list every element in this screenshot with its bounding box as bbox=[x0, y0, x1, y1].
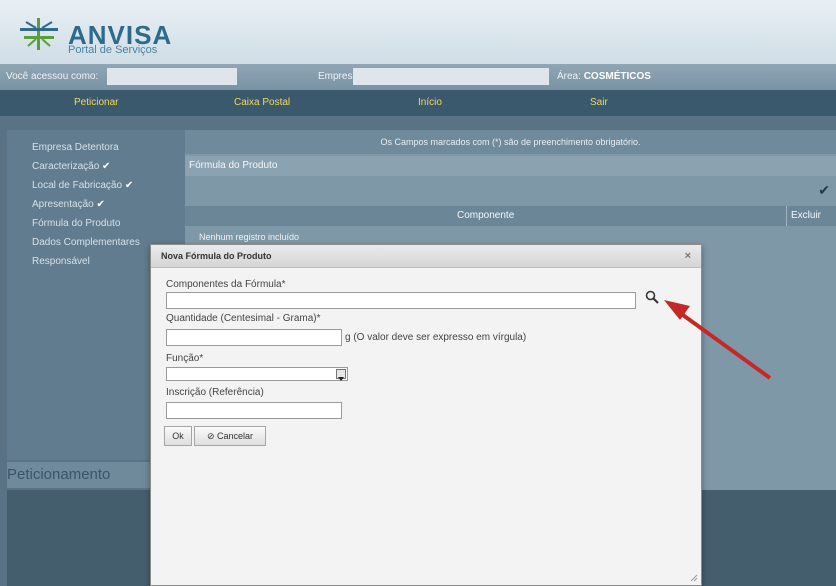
menu-inicio[interactable]: Início bbox=[418, 97, 442, 108]
sidebar-item-formula-produto[interactable]: Fórmula do Produto bbox=[7, 218, 187, 237]
site-header: ANVISA Portal de Serviços bbox=[0, 0, 836, 64]
menu-sair[interactable]: Sair bbox=[590, 97, 608, 108]
menu-caixa-postal[interactable]: Caixa Postal bbox=[234, 97, 290, 108]
check-icon: ✔ bbox=[124, 180, 134, 191]
check-icon: ✔ bbox=[102, 161, 111, 172]
ok-button[interactable]: Ok bbox=[164, 426, 192, 446]
function-label: Função* bbox=[166, 353, 204, 364]
sidebar-item-label: Responsável bbox=[32, 256, 90, 267]
search-icon[interactable] bbox=[645, 290, 659, 304]
user-value-box bbox=[107, 68, 237, 85]
sidebar-item-local-fabricacao[interactable]: Local de Fabricação ✔ bbox=[7, 180, 187, 199]
company-value-box bbox=[353, 68, 549, 85]
anvisa-logo-icon bbox=[20, 18, 58, 50]
area-label-text: Área: bbox=[557, 71, 581, 82]
check-icon: ✔ bbox=[96, 199, 105, 210]
formula-section-header: Fórmula do Produto bbox=[185, 156, 836, 176]
dialog-title: Nova Fórmula do Produto bbox=[161, 251, 272, 261]
sidebar-item-label: Local de Fabricação bbox=[32, 180, 123, 191]
dialog-title-bar: Nova Fórmula do Produto × bbox=[151, 245, 701, 268]
sidebar-item-label: Fórmula do Produto bbox=[32, 218, 121, 229]
save-check-icon[interactable]: ✔ bbox=[818, 182, 830, 199]
main-menu: Peticionar Caixa Postal Início Sair bbox=[0, 90, 836, 116]
sidebar-item-apresentacao[interactable]: Apresentação ✔ bbox=[7, 199, 187, 218]
column-excluir: Excluir bbox=[786, 206, 821, 226]
resize-grip-icon[interactable] bbox=[690, 574, 698, 582]
sidebar-item-label: Apresentação bbox=[32, 199, 94, 210]
inscription-input[interactable] bbox=[166, 402, 342, 419]
components-label: Componentes da Fórmula* bbox=[166, 279, 286, 290]
sidebar-item-empresa-detentora[interactable]: Empresa Detentora bbox=[7, 130, 187, 161]
logo-subtitle: Portal de Serviços bbox=[68, 44, 158, 56]
sidebar-item-caracterizacao[interactable]: Caracterização ✔ bbox=[7, 161, 187, 180]
column-componente: Componente bbox=[457, 210, 515, 221]
new-formula-dialog: Nova Fórmula do Produto × Componentes da… bbox=[150, 244, 702, 586]
quantity-hint: g (O valor deve ser expresso em vírgula) bbox=[345, 332, 527, 343]
chevron-down-icon[interactable] bbox=[336, 369, 346, 381]
sidebar-item-label: Dados Complementares bbox=[32, 237, 140, 248]
quantity-input[interactable] bbox=[166, 329, 342, 346]
access-bar: Você acessou como: Empresa: Área: COSMÉT… bbox=[0, 64, 836, 90]
required-notice: Os Campos marcados com (*) são de preenc… bbox=[185, 130, 836, 154]
cancel-button[interactable]: ⊘ Cancelar bbox=[194, 426, 266, 446]
area-value: COSMÉTICOS bbox=[583, 71, 651, 82]
user-label: Você acessou como: bbox=[6, 71, 99, 82]
inscription-label: Inscrição (Referência) bbox=[166, 387, 264, 398]
table-header: Componente Excluir bbox=[185, 206, 836, 226]
area-label: Área: COSMÉTICOS bbox=[557, 71, 651, 82]
sidebar-item-label: Empresa Detentora bbox=[32, 142, 119, 153]
sidebar-item-label: Caracterização bbox=[32, 161, 100, 172]
function-select[interactable] bbox=[166, 367, 348, 381]
close-icon[interactable]: × bbox=[685, 245, 691, 267]
components-input[interactable] bbox=[166, 292, 636, 309]
menu-peticionar[interactable]: Peticionar bbox=[74, 97, 118, 108]
quantity-label: Quantidade (Centesimal - Grama)* bbox=[166, 313, 321, 324]
